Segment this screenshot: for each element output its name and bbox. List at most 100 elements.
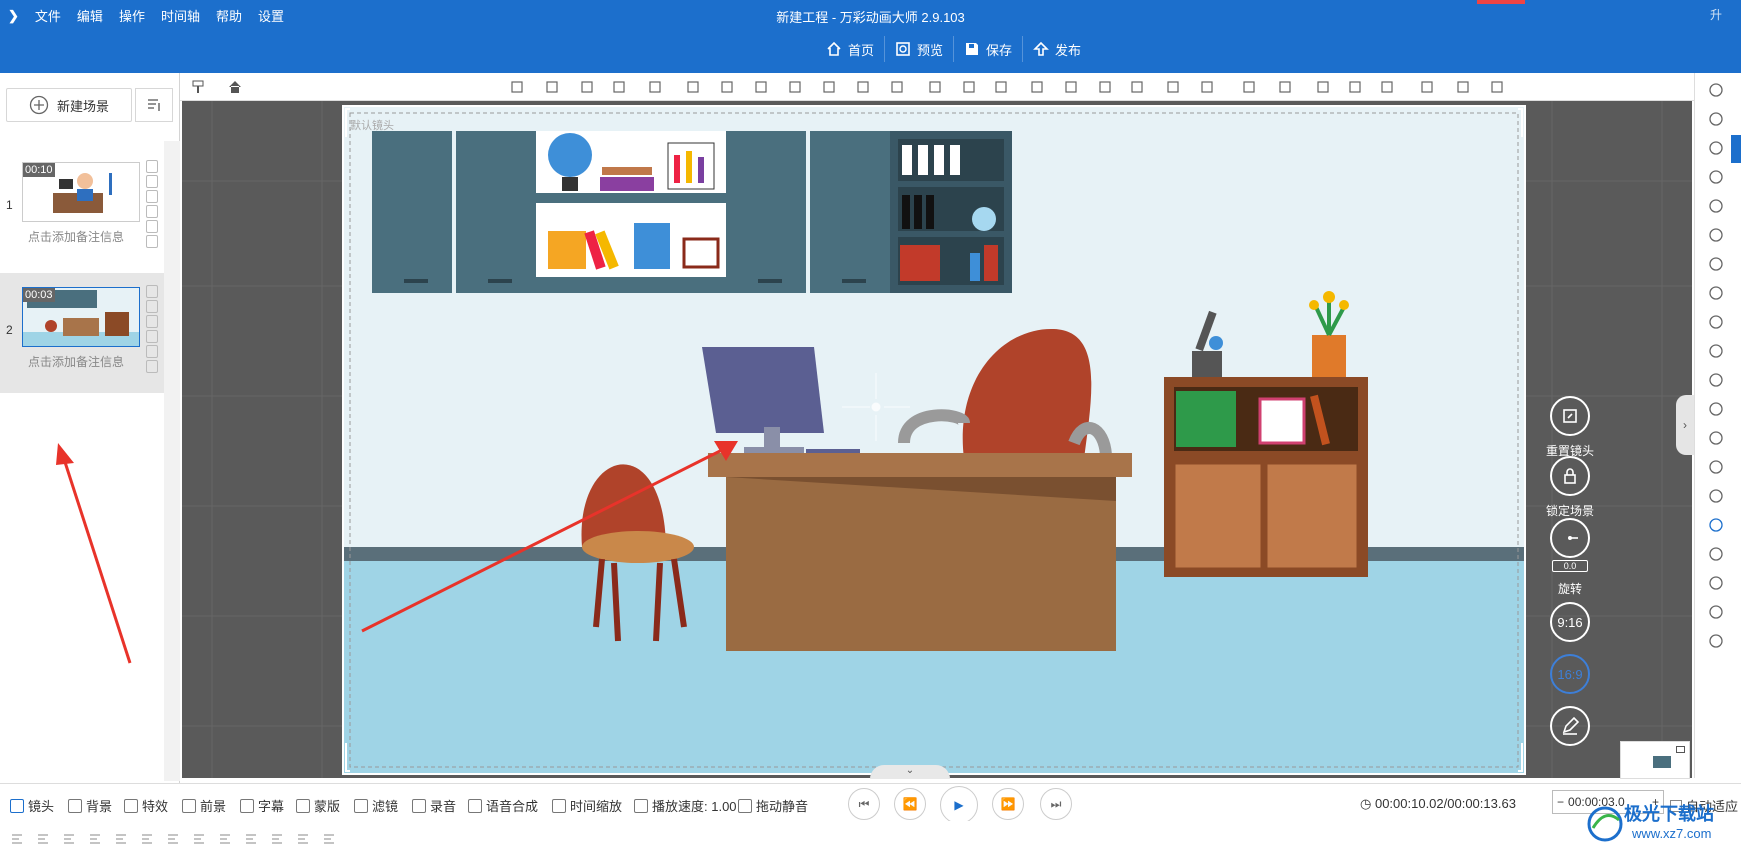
canvas-area[interactable]: 默认镜头 [182,101,1692,778]
lock-all-icon[interactable] [1316,80,1330,94]
publish-button[interactable]: 发布 [1023,36,1091,62]
new-scene-button[interactable]: 新建场景 [6,88,132,122]
copy-icon[interactable] [1348,80,1362,94]
scene-item-1[interactable]: 1 00:10 点击添加备注信息 [0,148,164,260]
paste-icon[interactable] [1380,80,1394,94]
ratio-9-16-button[interactable]: 9:16 [1550,602,1590,642]
home-button[interactable]: 首页 [816,36,886,62]
scene-settings-icon[interactable] [146,190,158,203]
settings-icon[interactable] [1490,80,1504,94]
move-icon[interactable] [10,831,24,845]
select-icon[interactable] [928,80,942,94]
scene-note[interactable]: 点击添加备注信息 [28,353,138,370]
reset-camera-button[interactable] [1550,396,1590,436]
collapse-timeline-button[interactable]: ⌄ [870,765,950,779]
effects-track-button[interactable]: 特效 [124,796,168,815]
align-top-icon[interactable] [1130,80,1144,94]
delete-icon[interactable] [788,80,802,94]
clear-icon[interactable] [62,831,76,845]
save-button[interactable]: 保存 [954,36,1024,62]
group-icon[interactable] [754,80,768,94]
scene-audio-icon[interactable] [146,360,158,373]
shape-icon[interactable] [1707,81,1725,99]
align-center-h-icon[interactable] [890,80,904,94]
preview-button[interactable]: 预览 [885,36,955,62]
tts-button[interactable]: 语音合成 [468,796,538,815]
align-9-icon[interactable] [296,831,310,845]
copy-scene-icon[interactable] [146,285,158,298]
scene-audio-icon[interactable] [146,235,158,248]
upgrade-indicator[interactable] [1477,0,1525,4]
step-forward-button[interactable]: ⏩ [992,788,1024,820]
align-bottom-icon[interactable] [1166,80,1180,94]
copy-scene-icon[interactable] [146,160,158,173]
formula-icon[interactable] [1707,458,1725,476]
align-left-edge-icon[interactable] [1030,80,1044,94]
ratio-16-9-button[interactable]: 16:9 [1550,654,1590,694]
scene-thumbnail[interactable]: 00:10 [22,162,140,222]
step-back-button[interactable]: ⏪ [894,788,926,820]
zoom-in-icon[interactable] [1242,80,1256,94]
scene-list-menu-button[interactable] [135,88,173,122]
align-center-icon[interactable] [1098,80,1112,94]
delete-scene-icon[interactable] [146,175,158,188]
play-button[interactable]: ▶ [940,786,978,824]
character-icon[interactable] [1707,226,1725,244]
bring-forward-icon[interactable] [580,80,594,94]
drop-icon[interactable] [1707,603,1725,621]
align-5-icon[interactable] [192,831,206,845]
scene-thumbnail[interactable]: 00:03 [22,287,140,347]
subtitle-track-button[interactable]: 字幕 [240,796,284,815]
upgrade-label[interactable]: 升 [1710,6,1722,23]
lock-scene-button[interactable] [1550,456,1590,496]
edit-camera-button[interactable] [1550,706,1590,746]
distribute-icon[interactable] [962,80,976,94]
align-right-edge-icon[interactable] [1064,80,1078,94]
time-scale-button[interactable]: 时间缩放 [552,796,622,815]
layer-icon[interactable] [1707,139,1725,157]
pen-icon[interactable] [1707,516,1725,534]
bring-front-icon[interactable] [510,80,524,94]
align-left-icon[interactable] [856,80,870,94]
foreground-track-button[interactable]: 前景 [182,796,226,815]
playback-speed-button[interactable]: 播放速度: 1.00 [634,796,737,815]
scene-transition-icon[interactable] [146,330,158,343]
drag-mute-button[interactable]: 拖动静音 [738,796,808,815]
expand-panel-button[interactable]: › [1676,395,1694,455]
panel-edge-tab[interactable] [1731,135,1741,163]
flip-h-icon[interactable] [648,80,662,94]
align-top-edge-icon[interactable] [994,80,1008,94]
filter-track-button[interactable]: 滤镜 [354,796,398,815]
bubble-icon[interactable] [1707,284,1725,302]
funnel-icon[interactable] [36,831,50,845]
home-view-icon[interactable] [228,80,242,94]
music-icon[interactable] [1707,255,1725,273]
send-backward-icon[interactable] [612,80,626,94]
connector-icon[interactable] [1707,110,1725,128]
replace-icon[interactable] [822,80,836,94]
photo-frame-icon[interactable] [1707,313,1725,331]
scene-item-2[interactable]: 2 00:03 点击添加备注信息 [0,273,164,393]
align-6-icon[interactable] [218,831,232,845]
mask-track-button[interactable]: 蒙版 [296,796,340,815]
favorite-scene-icon[interactable] [146,220,158,233]
minimize-icon[interactable] [1676,746,1685,753]
rotate-dial[interactable] [1550,518,1590,558]
align-8-icon[interactable] [270,831,284,845]
minus-icon[interactable]: − [1553,795,1568,809]
magic-icon[interactable] [1707,371,1725,389]
scene-settings-icon[interactable] [146,315,158,328]
undo-icon[interactable] [1420,80,1434,94]
align-10-icon[interactable] [322,831,336,845]
scene-note[interactable]: 点击添加备注信息 [28,228,138,245]
text-icon[interactable] [1707,197,1725,215]
align-3-icon[interactable] [140,831,154,845]
record-button[interactable]: 录音 [412,796,456,815]
redo-icon[interactable] [1456,80,1470,94]
background-track-button[interactable]: 背景 [68,796,112,815]
rotate-value[interactable]: 0.0 [1552,560,1588,572]
next-scene-button[interactable]: ⏭ [1040,788,1072,820]
align-4-icon[interactable] [166,831,180,845]
send-back-icon[interactable] [545,80,559,94]
video-icon[interactable] [1707,429,1725,447]
